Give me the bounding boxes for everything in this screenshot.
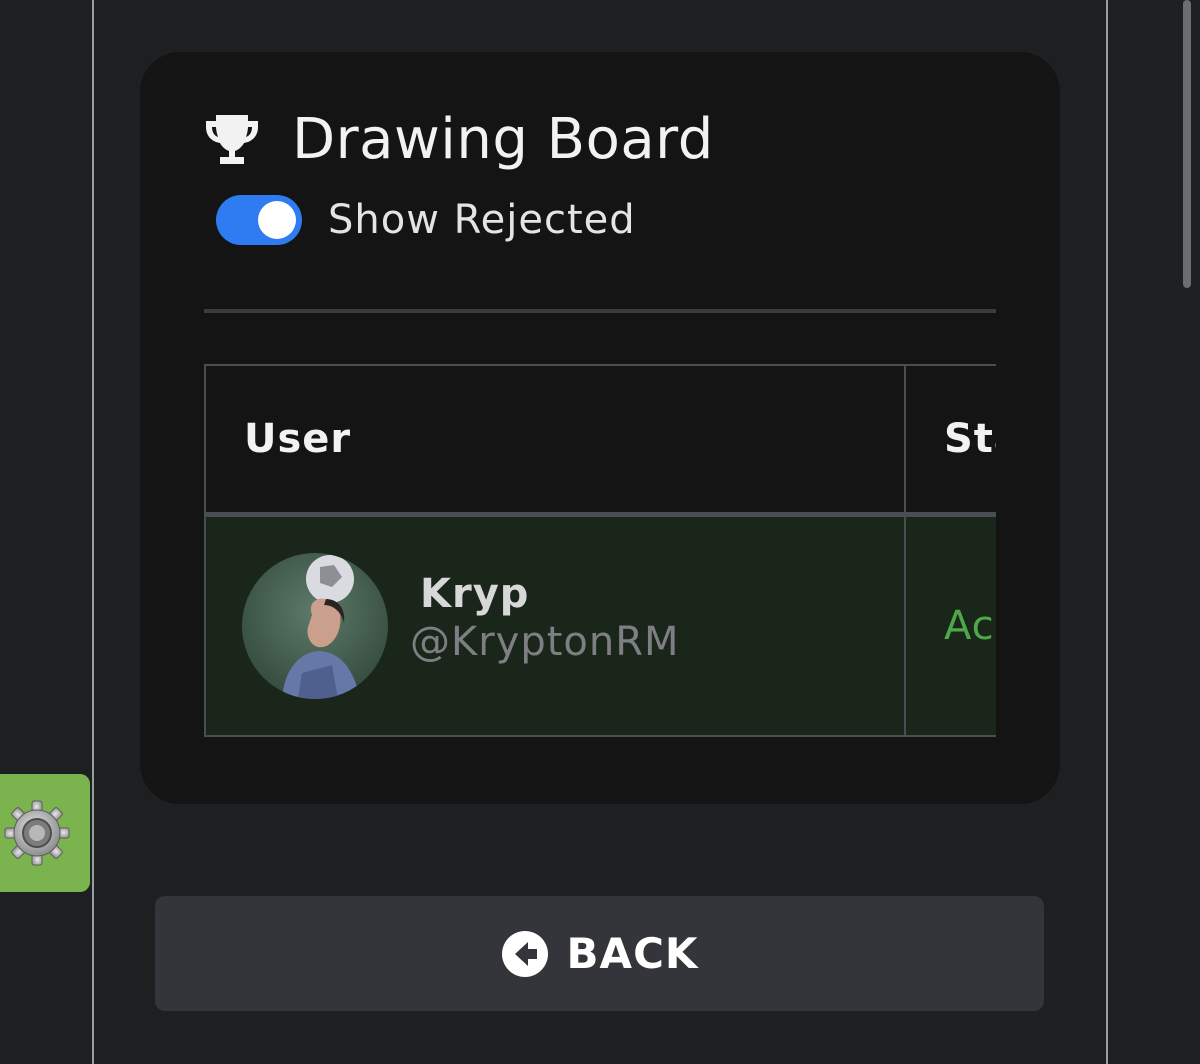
arrow-left-circle-icon (501, 930, 548, 977)
left-border (92, 0, 94, 1064)
show-rejected-toggle[interactable] (216, 195, 302, 245)
back-button[interactable]: BACK (155, 896, 1044, 1011)
status-text: Acce (944, 603, 996, 649)
avatar[interactable] (242, 553, 388, 699)
gear-icon (4, 800, 70, 866)
drawing-board-card: Drawing Board Show Rejected User Stat (140, 52, 1060, 804)
user-text: Kryp @KryptonRM (410, 571, 680, 665)
settings-tab[interactable] (0, 774, 90, 892)
column-header-user: User (204, 364, 906, 516)
column-header-status: Stat (904, 364, 996, 516)
table-row[interactable]: Kryp @KryptonRM Acce (204, 513, 996, 737)
show-rejected-row: Show Rejected (216, 195, 636, 245)
user-display-name: Kryp (420, 571, 530, 617)
back-button-label: BACK (566, 929, 699, 978)
show-rejected-label: Show Rejected (328, 197, 636, 243)
trophy-icon (206, 115, 258, 164)
divider (204, 309, 996, 313)
user-handle: @KryptonRM (410, 619, 680, 665)
table-header-row: User Stat (204, 364, 996, 516)
right-border (1106, 0, 1108, 1064)
board-title: Drawing Board (292, 106, 714, 172)
page: Drawing Board Show Rejected User Stat (0, 0, 1200, 1064)
card-header: Drawing Board (202, 104, 714, 174)
scrollbar[interactable] (1183, 0, 1191, 288)
status-cell: Acce (904, 513, 996, 737)
user-cell: Kryp @KryptonRM (204, 513, 906, 737)
entries-table: User Stat (204, 364, 996, 737)
toggle-knob (258, 201, 296, 239)
table-scroll-area[interactable]: User Stat (204, 364, 996, 740)
